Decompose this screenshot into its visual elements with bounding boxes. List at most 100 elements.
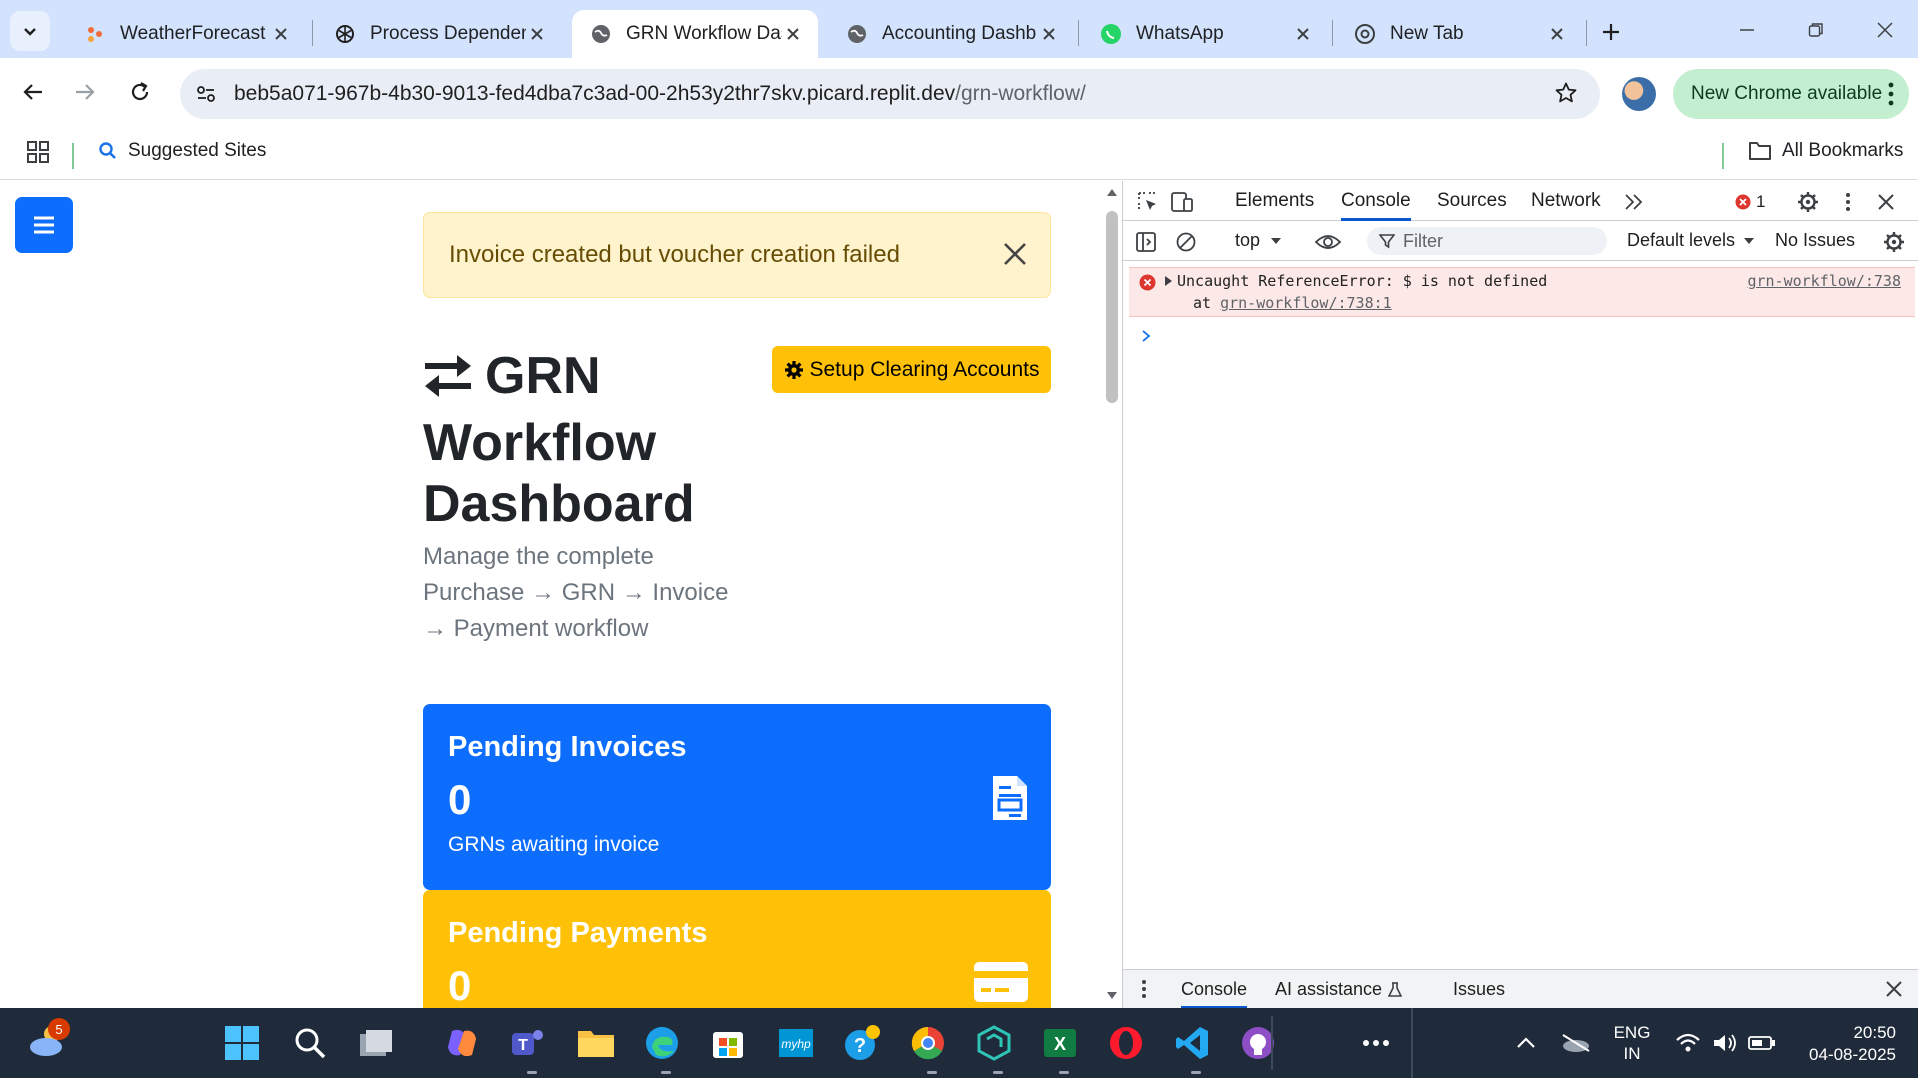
chrome-taskbar-icon[interactable] — [908, 1023, 948, 1063]
expand-triangle-icon[interactable] — [1165, 276, 1172, 286]
browser-toolbar: beb5a071-967b-4b30-9013-fed4dba7c3ad-00-… — [0, 58, 1918, 130]
invoice-document-icon — [991, 774, 1029, 827]
setup-button-label: Setup Clearing Accounts — [809, 357, 1040, 381]
stack-location-link[interactable]: grn-workflow/:738:1 — [1220, 294, 1392, 312]
edge-icon[interactable] — [642, 1023, 682, 1063]
context-selector[interactable]: top — [1235, 230, 1282, 251]
alert-close-icon[interactable] — [1002, 241, 1028, 274]
vscode-icon[interactable] — [1172, 1023, 1212, 1063]
alert-message: Invoice created but voucher creation fai… — [449, 241, 900, 268]
error-source-link[interactable]: grn-workflow/:738 — [1747, 272, 1901, 290]
get-help-icon[interactable]: ? — [842, 1023, 882, 1063]
tab-accounting[interactable]: Accounting Dashb — [828, 10, 1074, 58]
error-icon — [1735, 194, 1751, 210]
site-info-icon[interactable] — [186, 74, 226, 114]
drawer-tab-ai-assistance[interactable]: AI assistance — [1275, 979, 1403, 1000]
excel-icon[interactable]: X — [1040, 1023, 1080, 1063]
back-button[interactable] — [13, 72, 53, 112]
devtools-tab-elements[interactable]: Elements — [1235, 190, 1314, 212]
taskbar-divider — [1411, 1008, 1413, 1078]
onedrive-offline-icon[interactable] — [1556, 1023, 1596, 1063]
tab-process[interactable]: Process Dependen — [316, 10, 562, 58]
issues-counter[interactable]: No Issues — [1775, 230, 1855, 251]
volume-icon[interactable] — [1705, 1023, 1745, 1063]
more-vertical-icon[interactable] — [1887, 81, 1895, 113]
device-toolbar-icon[interactable] — [1169, 189, 1195, 215]
bookmark-star-icon[interactable] — [1554, 81, 1578, 110]
all-bookmarks-button[interactable]: All Bookmarks — [1748, 140, 1903, 162]
pending-invoices-card[interactable]: Pending Invoices 0 GRNs awaiting invoice — [423, 704, 1051, 890]
console-prompt[interactable] — [1141, 327, 1151, 348]
devtools-more-icon[interactable] — [1835, 189, 1861, 215]
drawer-menu-icon[interactable] — [1131, 976, 1157, 1002]
devtools-settings-gear-icon[interactable] — [1795, 189, 1821, 215]
opera-icon[interactable] — [1106, 1023, 1146, 1063]
battery-icon[interactable] — [1742, 1023, 1782, 1063]
new-tab-button[interactable] — [1593, 14, 1629, 50]
language-indicator[interactable]: ENG IN — [1610, 1022, 1654, 1064]
setup-clearing-accounts-button[interactable]: Setup Clearing Accounts — [772, 346, 1051, 393]
close-tab-icon[interactable] — [1292, 23, 1314, 45]
devtools-drawer: Console AI assistance Issues — [1123, 969, 1918, 1009]
running-indicator — [1059, 1071, 1069, 1074]
clear-console-icon[interactable] — [1173, 229, 1199, 255]
teams-icon[interactable]: T — [508, 1023, 548, 1063]
minimize-button[interactable] — [1723, 10, 1771, 50]
close-drawer-icon[interactable] — [1881, 976, 1907, 1002]
profile-avatar[interactable] — [1622, 77, 1656, 111]
microsoft-store-icon[interactable] — [708, 1023, 748, 1063]
error-count-badge[interactable]: 1 — [1735, 189, 1771, 215]
sidebar-toggle-icon[interactable] — [1133, 229, 1159, 255]
close-tab-icon[interactable] — [1038, 23, 1060, 45]
console-error-message[interactable]: Uncaught ReferenceError: $ is not define… — [1129, 267, 1915, 317]
scrollbar-thumb[interactable] — [1106, 211, 1118, 403]
devtools-tab-console[interactable]: Console — [1341, 190, 1411, 221]
tab-weather[interactable]: WeatherForecast - — [66, 10, 306, 58]
file-explorer-icon[interactable] — [576, 1023, 616, 1063]
close-tab-icon[interactable] — [1546, 23, 1568, 45]
apps-grid-icon[interactable] — [26, 140, 50, 169]
live-expression-eye-icon[interactable] — [1313, 229, 1343, 255]
tab-search-button[interactable] — [10, 11, 50, 51]
tab-divider — [1586, 20, 1587, 46]
close-devtools-icon[interactable] — [1873, 189, 1899, 215]
start-windows-icon[interactable] — [222, 1023, 262, 1063]
close-window-button[interactable] — [1861, 10, 1909, 50]
forward-button[interactable] — [65, 72, 105, 112]
console-settings-gear-icon[interactable] — [1881, 229, 1907, 255]
myhp-icon[interactable]: myhp — [776, 1023, 816, 1063]
task-view-icon[interactable] — [356, 1023, 396, 1063]
sidebar-toggle-button[interactable] — [15, 197, 73, 253]
new-chrome-available-button[interactable]: New Chrome available — [1673, 69, 1909, 119]
devtools-tab-sources[interactable]: Sources — [1437, 190, 1507, 212]
tab-new-tab[interactable]: New Tab — [1336, 10, 1582, 58]
pending-payments-card[interactable]: Pending Payments 0 — [423, 890, 1051, 1008]
close-tab-icon[interactable] — [782, 23, 804, 45]
close-tab-icon[interactable] — [270, 23, 292, 45]
tab-grn-workflow[interactable]: GRN Workflow Das — [572, 10, 818, 58]
address-bar[interactable]: beb5a071-967b-4b30-9013-fed4dba7c3ad-00-… — [180, 69, 1600, 119]
close-tab-icon[interactable] — [526, 23, 548, 45]
taskbar-divider — [1271, 1016, 1273, 1070]
reload-button[interactable] — [120, 72, 160, 112]
clock[interactable]: 20:50 04-08-2025 — [1790, 1022, 1896, 1066]
tab-whatsapp[interactable]: WhatsApp — [1082, 10, 1328, 58]
restore-button[interactable] — [1792, 10, 1840, 50]
more-apps-ellipsis-icon[interactable] — [1356, 1023, 1396, 1063]
drawer-tab-issues[interactable]: Issues — [1453, 979, 1505, 1000]
devtools-tab-network[interactable]: Network — [1531, 190, 1601, 212]
show-hidden-icons-chevron-icon[interactable] — [1506, 1023, 1546, 1063]
reload-icon — [131, 82, 149, 101]
page-scrollbar[interactable] — [1102, 181, 1122, 1008]
copilot-icon[interactable] — [442, 1023, 482, 1063]
drawer-tab-console[interactable]: Console — [1181, 979, 1248, 1009]
replit-desktop-icon[interactable] — [974, 1023, 1014, 1063]
caret-down-icon — [1271, 237, 1282, 244]
console-filter-input[interactable]: Filter — [1367, 227, 1607, 255]
suggested-sites-bookmark[interactable]: Suggested Sites — [98, 140, 266, 162]
log-levels-dropdown[interactable]: Default levels — [1627, 230, 1755, 251]
more-tabs-chevron-icon[interactable] — [1621, 189, 1647, 215]
search-icon[interactable] — [290, 1023, 330, 1063]
inspect-element-icon[interactable] — [1135, 189, 1161, 215]
wifi-icon[interactable] — [1668, 1023, 1708, 1063]
